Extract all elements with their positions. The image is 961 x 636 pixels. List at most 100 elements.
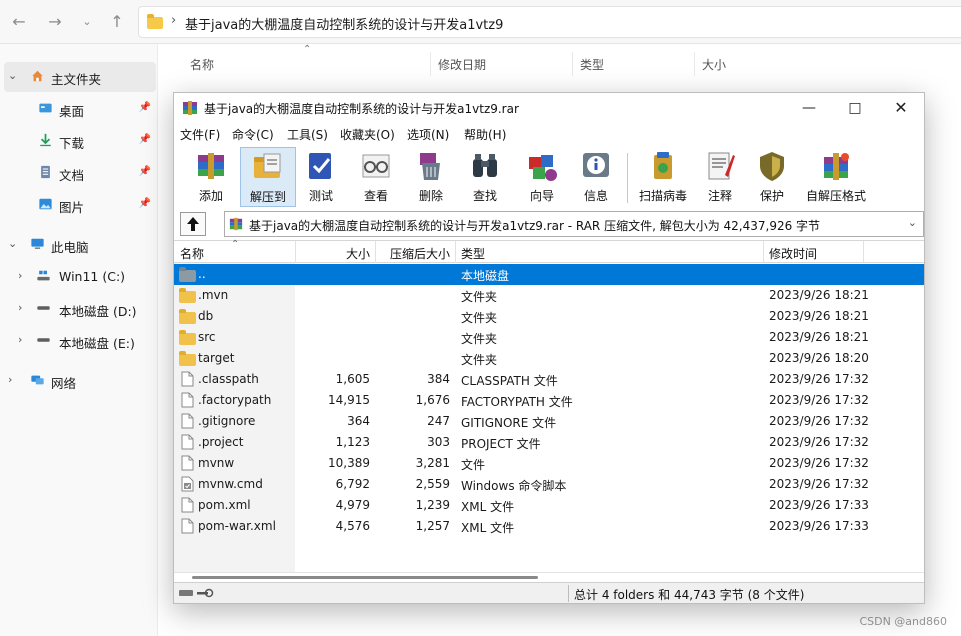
table-row[interactable]: target 文件夹 2023/9/26 18:20 [174, 348, 924, 369]
info-button[interactable]: 信息 [570, 147, 622, 207]
chevron-down-icon[interactable]: ⌄ [8, 69, 17, 82]
scan-virus-button[interactable]: 扫描病毒 [632, 147, 694, 207]
chevron-right-icon[interactable]: › [18, 269, 22, 282]
sidebar-item-downloads[interactable]: 下载 📌 [0, 126, 157, 156]
column-date[interactable]: 修改日期 [438, 56, 486, 73]
file-name: .gitignore [198, 414, 256, 428]
table-row[interactable]: mvnw.cmd 6,792 2,559 Windows 命令脚本 2023/9/26 … [174, 474, 924, 495]
sidebar-item-home[interactable]: ⌄ 主文件夹 [4, 62, 156, 92]
forward-arrow-icon[interactable]: → [44, 12, 66, 31]
toolbar-separator [627, 153, 628, 203]
header-size[interactable]: 大小 [296, 245, 370, 262]
sidebar-item-drive-c[interactable]: › Win11 (C:) [0, 262, 157, 292]
maximize-button[interactable]: □ [832, 93, 878, 123]
file-icon [180, 434, 195, 450]
chevron-right-icon[interactable]: › [18, 333, 22, 346]
archive-path-dropdown[interactable]: 基于java的大棚温度自动控制系统的设计与开发a1vtz9.rar - RAR … [224, 211, 924, 237]
column-divider[interactable] [763, 241, 764, 263]
test-button[interactable]: 测试 [294, 147, 348, 207]
scrollbar-thumb[interactable] [192, 576, 538, 579]
title-bar[interactable]: 基于java的大棚温度自动控制系统的设计与开发a1vtz9.rar — □ ✕ [174, 93, 924, 123]
pin-icon[interactable]: 📌 [139, 102, 151, 113]
column-divider[interactable] [430, 52, 431, 76]
table-row[interactable]: .classpath 1,605 384 CLASSPATH 文件 2023/9/26 … [174, 369, 924, 390]
column-size[interactable]: 大小 [702, 56, 726, 73]
file-name: .mvn [198, 288, 229, 302]
sfx-button[interactable]: 自解压格式 [800, 147, 872, 207]
table-row[interactable]: .gitignore 364 247 GITIGNORE 文件 2023/9/26 17… [174, 411, 924, 432]
file-icon [180, 392, 195, 408]
menu-help[interactable]: 帮助(H) [464, 126, 506, 143]
sidebar-item-network[interactable]: › 网络 [0, 366, 157, 396]
table-row[interactable]: .mvn 文件夹 2023/9/26 18:21 [174, 285, 924, 306]
close-button[interactable]: ✕ [878, 93, 924, 123]
column-divider[interactable] [572, 52, 573, 76]
horizontal-scrollbar[interactable] [174, 572, 924, 582]
file-icon [180, 371, 195, 387]
comment-button[interactable]: 注释 [696, 147, 744, 207]
find-button[interactable]: 查找 [458, 147, 512, 207]
menu-options[interactable]: 选项(N) [407, 126, 449, 143]
file-modified: 2023/9/26 17:32 [769, 477, 869, 491]
view-button-label: 查看 [363, 189, 388, 203]
breadcrumb[interactable]: 基于java的大棚温度自动控制系统的设计与开发a1vtz9 [185, 14, 503, 33]
file-type: 本地磁盘 [461, 269, 510, 283]
up-arrow-icon[interactable]: ↑ [106, 12, 128, 31]
sidebar-item-this-pc[interactable]: ⌄ 此电脑 [0, 230, 157, 260]
column-divider[interactable] [455, 241, 456, 263]
table-row[interactable]: pom-war.xml 4,576 1,257 XML 文件 2023/9/26 17:… [174, 516, 924, 537]
menu-favorites[interactable]: 收藏夹(O) [340, 126, 395, 143]
pin-icon[interactable]: 📌 [139, 166, 151, 177]
up-folder-button[interactable] [180, 212, 206, 236]
table-row[interactable]: db 文件夹 2023/9/26 18:21 [174, 306, 924, 327]
chevron-down-icon[interactable]: ⌄ [908, 216, 917, 229]
column-name[interactable]: 名称 [190, 56, 214, 73]
menu-commands[interactable]: 命令(C) [232, 126, 274, 143]
column-type[interactable]: 类型 [580, 56, 604, 73]
header-type[interactable]: 类型 [461, 245, 485, 262]
folder-icon [179, 288, 196, 303]
table-row-selected[interactable]: .. 本地磁盘 [174, 264, 924, 285]
address-bar[interactable]: › 基于java的大棚温度自动控制系统的设计与开发a1vtz9 [138, 6, 961, 38]
sidebar-item-documents[interactable]: 文档 📌 [0, 158, 157, 188]
sort-up-icon: ⌃ [231, 239, 240, 250]
back-arrow-icon[interactable]: ← [8, 12, 30, 31]
menu-bar: 文件(F) 命令(C) 工具(S) 收藏夹(O) 选项(N) 帮助(H) [174, 123, 924, 145]
view-button[interactable]: 查看 [350, 147, 402, 207]
chevron-down-icon[interactable]: ⌄ [8, 237, 17, 250]
header-name[interactable]: 名称 [180, 245, 204, 262]
table-row[interactable]: pom.xml 4,979 1,239 XML 文件 2023/9/26 17:33 [174, 495, 924, 516]
delete-button-label: 删除 [418, 189, 443, 203]
wizard-button[interactable]: 向导 [512, 147, 572, 207]
protect-button[interactable]: 保护 [746, 147, 798, 207]
pin-icon[interactable]: 📌 [139, 198, 151, 209]
drive-key-icon[interactable] [178, 587, 214, 599]
menu-file[interactable]: 文件(F) [180, 126, 220, 143]
sidebar-item-drive-d[interactable]: › 本地磁盘 (D:) [0, 294, 157, 324]
history-chevron-icon[interactable]: ⌄ [76, 15, 98, 28]
file-modified: 2023/9/26 18:20 [769, 351, 869, 365]
table-row[interactable]: .project 1,123 303 PROJECT 文件 2023/9/26 17:3… [174, 432, 924, 453]
sidebar-item-label: 网络 [51, 376, 77, 391]
file-type: 文件 [461, 458, 486, 472]
delete-button[interactable]: 删除 [404, 147, 458, 207]
table-row[interactable]: src 文件夹 2023/9/26 18:21 [174, 327, 924, 348]
header-time[interactable]: 修改时间 [769, 245, 817, 262]
extract-to-button[interactable]: 解压到 [240, 147, 296, 207]
column-divider[interactable] [863, 241, 864, 263]
sfx-button-label: 自解压格式 [805, 189, 866, 203]
info-icon [583, 153, 609, 177]
chevron-right-icon[interactable]: › [8, 373, 12, 386]
minimize-button[interactable]: — [786, 93, 832, 123]
sidebar-item-desktop[interactable]: 桌面 📌 [0, 94, 157, 124]
menu-tools[interactable]: 工具(S) [287, 126, 328, 143]
chevron-right-icon[interactable]: › [18, 301, 22, 314]
table-row[interactable]: .factorypath 14,915 1,676 FACTORYPATH 文件 202… [174, 390, 924, 411]
sidebar-item-pictures[interactable]: 图片 📌 [0, 190, 157, 220]
column-divider[interactable] [694, 52, 695, 76]
add-button[interactable]: 添加 [180, 147, 242, 207]
pin-icon[interactable]: 📌 [139, 134, 151, 145]
sidebar-item-drive-e[interactable]: › 本地磁盘 (E:) [0, 326, 157, 356]
header-packed[interactable]: 压缩后大小 [376, 245, 450, 262]
table-row[interactable]: mvnw 10,389 3,281 文件 2023/9/26 17:32 [174, 453, 924, 474]
